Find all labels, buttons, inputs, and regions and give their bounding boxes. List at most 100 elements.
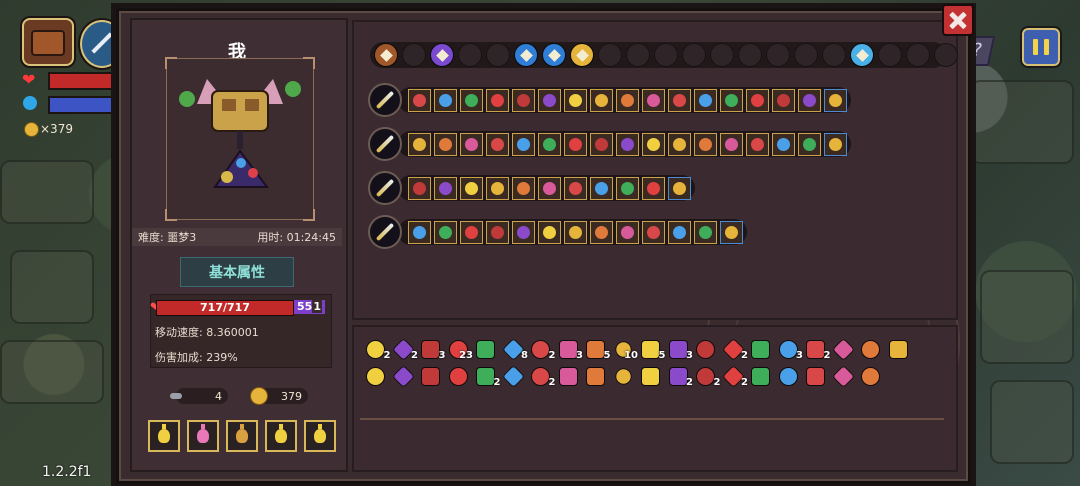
weapon-mod-icon[interactable] (590, 220, 613, 244)
weapon-mod-icon[interactable] (746, 132, 769, 156)
backpack-slot[interactable] (22, 18, 74, 66)
clover-icon[interactable]: 2 (720, 363, 748, 389)
potion-slot-3[interactable] (226, 420, 258, 452)
weapon-mod-icon[interactable] (460, 176, 483, 200)
spear-icon[interactable]: 3 (417, 336, 446, 362)
sprout-icon[interactable] (830, 363, 858, 389)
weapon-mod-icon[interactable] (486, 88, 509, 112)
potion-slot-5[interactable] (304, 420, 336, 452)
weapon-mod-icon[interactable] (486, 220, 509, 244)
weapon-mod-icon[interactable] (538, 88, 561, 112)
weapon-mod-icon[interactable] (486, 176, 509, 200)
egg-icon[interactable]: 2 (665, 363, 693, 389)
crown-icon[interactable]: 3 (775, 336, 803, 362)
tube-icon[interactable] (637, 363, 665, 389)
weapon-mod-icon[interactable] (798, 88, 821, 112)
weapon-row-2[interactable] (368, 127, 851, 161)
tab-basic-attributes[interactable]: 基本属性 (180, 257, 294, 287)
weapon-mod-icon[interactable] (772, 132, 795, 156)
upgrade-mod-icon[interactable] (824, 132, 847, 156)
weapon-mod-icon[interactable] (512, 176, 535, 200)
magnifier-icon[interactable]: 3 (665, 336, 693, 362)
weapon-mod-icon[interactable] (486, 132, 509, 156)
purple-crystal-icon[interactable] (430, 43, 454, 67)
weapon-mod-icon[interactable] (694, 132, 717, 156)
weapon-mod-icon[interactable] (642, 176, 665, 200)
horn-icon[interactable] (830, 336, 858, 362)
dragonfly-icon[interactable]: 5 (582, 336, 611, 362)
weapon-mod-icon[interactable] (434, 176, 457, 200)
weapon-mod-icon[interactable] (642, 220, 665, 244)
weapon-mod-icon[interactable] (616, 132, 639, 156)
potion-slot-2[interactable] (187, 420, 219, 452)
weapon-mod-icon[interactable] (434, 220, 457, 244)
empty-relic-slot[interactable] (822, 43, 846, 67)
barrel-icon[interactable]: 2 (472, 363, 501, 389)
close-button[interactable] (942, 4, 974, 36)
empty-relic-slot[interactable] (654, 43, 678, 67)
weapon-mod-icon[interactable] (564, 132, 587, 156)
weapon-mod-icon[interactable] (668, 88, 691, 112)
weapon-row-4[interactable] (368, 215, 747, 249)
weapon-mod-icon[interactable] (408, 176, 431, 200)
wand-icon[interactable]: 2 (390, 336, 418, 362)
paper-icon[interactable] (747, 363, 775, 389)
weapon-mod-icon[interactable] (642, 132, 665, 156)
tooth-icon[interactable] (857, 363, 885, 389)
staff-icon[interactable] (368, 127, 402, 161)
hood-icon[interactable]: 2 (362, 336, 391, 362)
weapon-mod-icon[interactable] (694, 88, 717, 112)
weapon-mod-icon[interactable] (694, 220, 717, 244)
swirl-icon[interactable]: 2 (692, 363, 721, 389)
arrow-icon[interactable]: 2 (527, 336, 556, 362)
pill-icon[interactable] (747, 336, 775, 362)
upgrade-mod-icon[interactable] (720, 220, 743, 244)
weapon-row-3[interactable] (368, 171, 695, 205)
pause-button[interactable] (1020, 26, 1062, 68)
weapon-mod-icon[interactable] (746, 88, 769, 112)
bolt-icon[interactable]: 10 (610, 336, 638, 362)
net-icon[interactable]: 8 (500, 336, 528, 362)
hook-icon[interactable] (445, 363, 473, 389)
hammer-icon[interactable]: 2 (527, 363, 556, 389)
weapon-mod-icon[interactable] (460, 132, 483, 156)
empty-relic-slot[interactable] (738, 43, 762, 67)
upgrade-mod-icon[interactable] (668, 176, 691, 200)
ticket-icon[interactable] (582, 363, 610, 389)
weapon-mod-icon[interactable] (564, 88, 587, 112)
empty-relic-slot[interactable] (458, 43, 482, 67)
drop-icon[interactable] (390, 363, 418, 389)
bird-icon[interactable] (362, 363, 390, 389)
empty-relic-slot[interactable] (598, 43, 622, 67)
brain-icon[interactable]: 2 (720, 336, 748, 362)
map-icon[interactable] (610, 363, 638, 389)
weapon-mod-icon[interactable] (798, 132, 821, 156)
empty-relic-slot[interactable] (934, 43, 958, 67)
weapon-row-1[interactable] (368, 83, 851, 117)
weapon-mod-icon[interactable] (564, 220, 587, 244)
gold-clover-icon[interactable] (570, 43, 594, 67)
weapon-mod-icon[interactable] (772, 88, 795, 112)
blue-vial-icon[interactable] (850, 43, 874, 67)
weapon-mod-icon[interactable] (460, 220, 483, 244)
weapon-mod-icon[interactable] (616, 220, 639, 244)
potion-slot-4[interactable] (265, 420, 297, 452)
blue-blade-icon[interactable] (368, 215, 402, 249)
bug-icon[interactable] (692, 336, 720, 362)
weapon-mod-icon[interactable] (590, 132, 613, 156)
weapon-mod-icon[interactable] (538, 176, 561, 200)
sword-icon[interactable] (368, 83, 402, 117)
weapon-mod-icon[interactable] (590, 176, 613, 200)
scroll-icon[interactable]: 23 (445, 336, 473, 362)
weapon-mod-icon[interactable] (564, 176, 587, 200)
empty-relic-slot[interactable] (486, 43, 510, 67)
weapon-mod-icon[interactable] (668, 132, 691, 156)
flame-icon[interactable] (500, 363, 528, 389)
weapon-mod-icon[interactable] (642, 88, 665, 112)
weapon-mod-icon[interactable] (538, 220, 561, 244)
weapon-mod-icon[interactable] (616, 176, 639, 200)
wing-icon[interactable] (555, 363, 583, 389)
weapon-mod-icon[interactable] (538, 132, 561, 156)
empty-relic-slot[interactable] (766, 43, 790, 67)
empty-relic-slot[interactable] (402, 43, 426, 67)
